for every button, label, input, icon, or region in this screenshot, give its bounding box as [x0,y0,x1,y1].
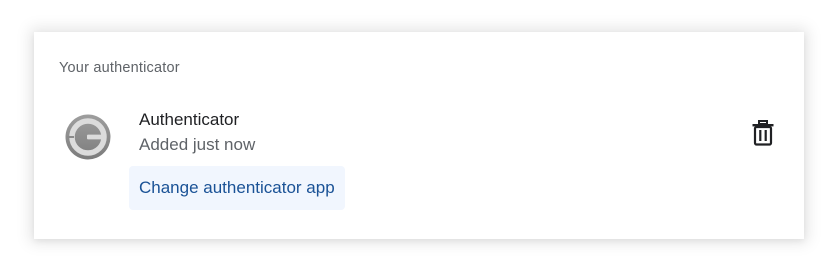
authenticator-status: Added just now [139,135,256,154]
section-title: Your authenticator [59,60,180,76]
authenticator-name: Authenticator [139,110,240,129]
page-canvas: Your authenticator Authenticator Added j… [0,0,839,276]
trash-icon [752,120,774,146]
change-authenticator-app-button[interactable]: Change authenticator app [129,166,345,210]
authenticator-logo-svg [65,114,111,160]
authenticator-logo-icon [65,114,111,160]
delete-authenticator-button[interactable] [749,118,777,148]
authenticator-card: Your authenticator Authenticator Added j… [34,32,804,239]
